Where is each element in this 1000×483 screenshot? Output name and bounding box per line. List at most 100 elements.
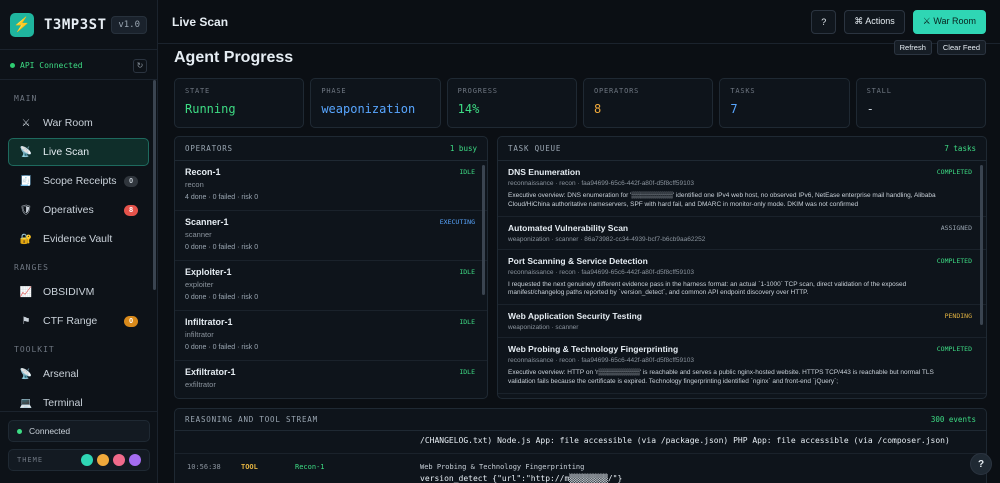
operators-scrollbar[interactable] <box>482 165 485 295</box>
task-status: COMPLETED <box>936 168 972 176</box>
stat-label: STALL <box>866 87 892 95</box>
task-row[interactable]: Web Probing & Technology Fingerprinting … <box>498 338 986 394</box>
stat-value: - <box>866 102 874 116</box>
section-label-2: TOOLKIT <box>14 345 55 354</box>
task-row[interactable]: DNS Enumeration reconnaissance · recon ·… <box>498 161 986 217</box>
operator-status: IDLE <box>459 168 475 176</box>
task-row[interactable]: Port Scanning & Service Detection reconn… <box>498 250 986 306</box>
sidebar-item-ctf-range[interactable]: ⚑ CTF Range 0 <box>8 307 149 335</box>
app-name: T3MP3ST <box>44 16 107 33</box>
clear-feed-button[interactable]: Clear Feed <box>936 40 986 55</box>
header-title: Live Scan <box>172 14 229 29</box>
stat-value: Running <box>185 102 236 116</box>
operator-status: IDLE <box>459 368 475 376</box>
operators-panel: OPERATORS 1 busy Recon-1 recon 4 done · … <box>174 136 488 399</box>
actions-button[interactable]: ⌘ Actions <box>844 9 905 34</box>
sidebar-item-live-scan[interactable]: 📡 Live Scan <box>8 138 149 166</box>
task-status: COMPLETED <box>936 345 972 354</box>
task-description: Executive overview: HTTP on 'r▒▒▒▒▒▒▒▒▒'… <box>508 369 934 385</box>
sidebar-item-scope-receipts[interactable]: 🧾 Scope Receipts 0 <box>8 167 149 195</box>
sidebar-item-arsenal[interactable]: 📡 Arsenal <box>8 360 149 388</box>
operator-role: exploiter <box>185 280 214 289</box>
sidebar-item-label: Scope Receipts <box>43 175 117 187</box>
operators-count: 1 busy <box>449 144 477 153</box>
operator-row[interactable]: Exfiltrator-1 exfiltrator IDLE <box>175 361 487 398</box>
stat-card-state: STATE Running <box>174 78 305 128</box>
operator-status: EXECUTING <box>439 218 475 226</box>
task-row[interactable]: Web Application Security Testing weaponi… <box>498 305 986 339</box>
connection-text: Connected <box>29 426 71 436</box>
task-name: Automated Vulnerability Scan <box>508 222 629 233</box>
theme-swatch-0[interactable] <box>81 454 93 466</box>
sidebar: ⚡ T3MP3ST v1.0 API Connected ↻ MAIN ⚔ Wa… <box>0 0 158 483</box>
satellite-icon: 📡 <box>19 146 33 158</box>
operator-stats: 0 done · 0 failed · risk 0 <box>185 344 259 351</box>
satellite-dish-icon: 📡 <box>19 368 33 380</box>
sidebar-item-operatives[interactable]: 🛡 Operatives 8 <box>8 196 149 224</box>
stat-label: TASKS <box>730 87 756 95</box>
refresh-button[interactable]: Refresh <box>893 40 932 55</box>
sidebar-nav: MAIN ⚔ War Room 📡 Live Scan 🧾 Scope Rece… <box>0 94 157 417</box>
task-meta: reconnaissance · recon · faa94699-65c6-4… <box>508 268 694 276</box>
operator-name: Infiltrator-1 <box>185 317 233 327</box>
operator-row[interactable]: Infiltrator-1 infiltrator 0 done · 0 fai… <box>175 311 487 361</box>
stat-card-progress: PROGRESS 14% <box>446 78 577 128</box>
stat-label: PHASE <box>321 87 347 95</box>
stream-title: REASONING AND TOOL STREAM <box>185 415 318 424</box>
stat-label: OPERATORS <box>593 87 640 95</box>
sidebar-item-label: Live Scan <box>43 146 90 158</box>
operators-title: OPERATORS <box>185 144 233 153</box>
top-header: Live Scan ? ⌘ Actions ⚔ War Room <box>158 0 1000 44</box>
sidebar-item-label: Evidence Vault <box>43 233 113 245</box>
operator-row[interactable]: Exploiter-1 exploiter 0 done · 0 failed … <box>175 261 487 311</box>
chart-icon: 📈 <box>19 286 33 298</box>
stream-output-line: /CHANGELOG.txt) Node.js App: file access… <box>420 436 950 445</box>
operatives-badge: 8 <box>124 204 138 216</box>
operators-list: Recon-1 recon 4 done · 0 failed · risk 0… <box>175 161 487 398</box>
vault-icon: 🔐 <box>19 233 33 245</box>
task-scrollbar[interactable] <box>980 165 983 325</box>
refresh-icon[interactable]: ↻ <box>133 58 147 73</box>
stat-value: 8 <box>593 102 602 116</box>
stat-card-phase: PHASE weaponization <box>310 78 441 128</box>
stat-card-stall: STALL - <box>855 78 986 128</box>
operator-name: Exfiltrator-1 <box>185 367 236 377</box>
sidebar-scrollbar[interactable] <box>153 80 156 290</box>
operator-row[interactable]: Scanner-1 scanner 0 done · 0 failed · ri… <box>175 211 487 261</box>
floating-help-button[interactable]: ? <box>970 453 992 475</box>
version-badge: v1.0 <box>111 15 147 34</box>
sidebar-item-label: Arsenal <box>43 368 79 380</box>
api-status-text: API Connected <box>20 61 83 70</box>
sidebar-item-label: Operatives <box>43 204 94 216</box>
theme-swatch-2[interactable] <box>113 454 125 466</box>
war-room-button[interactable]: ⚔ War Room <box>912 9 986 34</box>
operator-role: recon <box>185 180 204 189</box>
help-button[interactable]: ? <box>811 9 837 34</box>
task-status: PENDING <box>944 312 972 321</box>
stat-card-tasks: TASKS 7 <box>719 78 850 128</box>
event-task: Web Probing & Technology Fingerprinting <box>420 463 585 471</box>
theme-swatch-3[interactable] <box>129 454 141 466</box>
sidebar-item-obsidivm[interactable]: 📈 OBSIDIVM <box>8 278 149 306</box>
stream-count: 300 events <box>930 415 976 424</box>
stat-value: 7 <box>730 102 738 116</box>
task-list: DNS Enumeration reconnaissance · recon ·… <box>498 161 986 394</box>
lightning-logo-icon: ⚡ <box>10 12 34 37</box>
receipt-icon: 🧾 <box>19 175 33 187</box>
scope-receipts-badge: 0 <box>124 175 138 187</box>
task-row[interactable]: Automated Vulnerability Scan weaponizati… <box>498 217 986 250</box>
operator-row[interactable]: Recon-1 recon 4 done · 0 failed · risk 0… <box>175 161 487 211</box>
stat-value: weaponization <box>321 102 416 116</box>
sidebar-item-war-room[interactable]: ⚔ War Room <box>8 109 149 137</box>
flag-icon: ⚑ <box>21 315 31 327</box>
theme-swatch-1[interactable] <box>97 454 109 466</box>
operator-role: exfiltrator <box>185 380 216 389</box>
brand: ⚡ T3MP3ST v1.0 <box>0 0 157 50</box>
status-dot-icon <box>10 63 15 68</box>
sidebar-item-evidence-vault[interactable]: 🔐 Evidence Vault <box>8 225 149 253</box>
task-name: DNS Enumeration <box>508 167 581 177</box>
reasoning-stream-panel: REASONING AND TOOL STREAM 300 events /CH… <box>174 408 987 483</box>
task-queue-title: TASK QUEUE <box>508 144 562 153</box>
ctf-range-badge: 0 <box>124 315 138 327</box>
sidebar-item-label: Terminal <box>43 397 83 409</box>
